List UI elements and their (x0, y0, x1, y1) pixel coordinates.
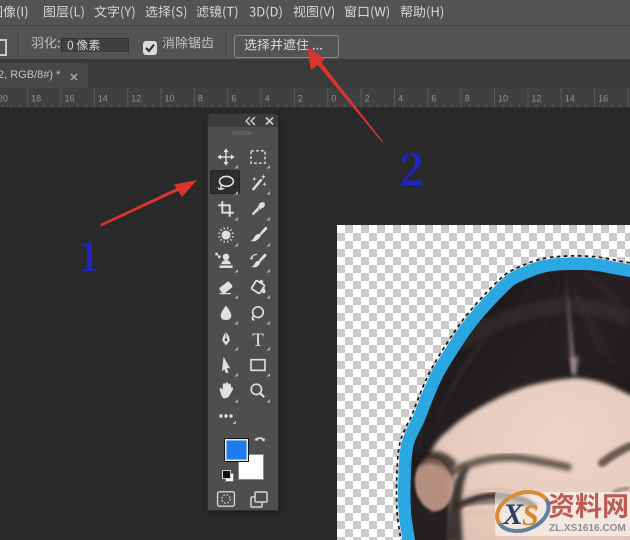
svg-text:20: 20 (0, 94, 8, 104)
svg-text:2: 2 (298, 94, 303, 104)
svg-text:4: 4 (265, 94, 270, 104)
svg-text:X: X (502, 498, 524, 531)
svg-text:14: 14 (98, 94, 108, 104)
svg-text:T: T (252, 330, 264, 351)
svg-text:S: S (522, 499, 539, 532)
svg-text:8: 8 (465, 94, 470, 104)
svg-text:18: 18 (31, 94, 41, 104)
svg-text:10: 10 (498, 94, 508, 104)
svg-text:10: 10 (165, 94, 175, 104)
svg-text:14: 14 (565, 94, 575, 104)
svg-text:0: 0 (331, 94, 336, 104)
svg-text:12: 12 (531, 94, 541, 104)
svg-text:4: 4 (398, 94, 403, 104)
svg-text:6: 6 (431, 94, 436, 104)
svg-text:8: 8 (198, 94, 203, 104)
svg-text:2: 2 (365, 94, 370, 104)
svg-text:16: 16 (65, 94, 75, 104)
svg-text:12: 12 (131, 94, 141, 104)
svg-text:6: 6 (231, 94, 236, 104)
svg-text:16: 16 (598, 94, 608, 104)
